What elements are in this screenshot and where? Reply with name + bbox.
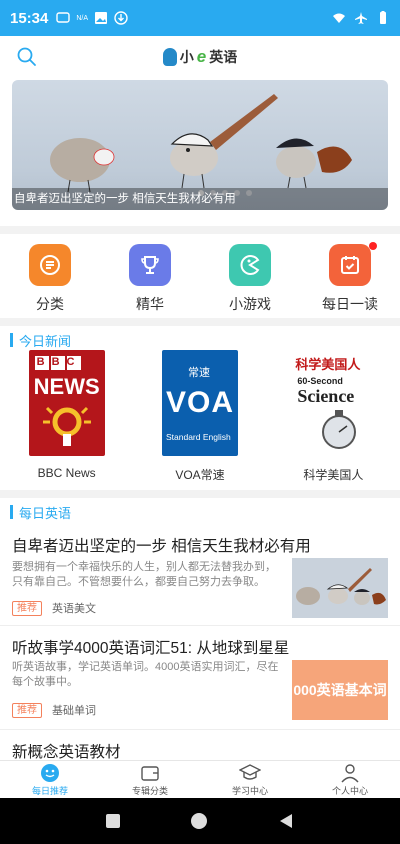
home-face-icon — [41, 763, 59, 782]
logo-text-small: 小 — [179, 49, 194, 65]
scientific-american-cover: 科学美国人 60-Second Science — [295, 350, 372, 456]
sciam-cover-line2: Science — [297, 386, 355, 406]
tab-label: 专辑分类 — [131, 785, 168, 796]
quick-menu-games[interactable]: 小游戏 — [200, 236, 300, 316]
section-title-text: 今日新闻 — [19, 333, 72, 349]
article-desc: 听英语故事，学记英语单词。4000英语实用词汇，尽在每个故事中。 — [12, 661, 279, 688]
news-card-scientific-american[interactable]: 科学美国人 60-Second Science 科学美国人 — [267, 350, 400, 486]
news-card-name: 科学美国人 — [303, 468, 364, 482]
tab-label: 每日推荐 — [31, 785, 68, 796]
tab-label: 个人中心 — [331, 785, 368, 796]
divider — [0, 490, 400, 498]
news-card-bbc[interactable]: BBC NEWS BBC News — [0, 350, 133, 486]
wallet-icon — [141, 765, 159, 781]
recommend-tag: 推荐 — [12, 600, 42, 616]
section-bar — [10, 333, 13, 347]
stopwatch-icon — [322, 410, 357, 449]
status-bar: 15:34 N/A — [0, 0, 400, 36]
recents-icon[interactable] — [105, 814, 120, 828]
quick-menu: 分类 精华 小游戏 每日一读 — [0, 236, 400, 316]
category-icon — [29, 244, 71, 286]
quick-menu-label: 每日一读 — [322, 296, 378, 312]
calendar-check-icon — [329, 244, 371, 286]
voa-cover-main: VOA — [165, 386, 234, 419]
logo-text-english: 英语 — [209, 49, 238, 65]
article-title: 新概念英语教材 — [12, 744, 121, 761]
voa-cover-top: 常速 — [187, 367, 210, 379]
bbc-cover-text: BBC — [36, 356, 82, 368]
daily-section-title: 每日英语 — [10, 502, 71, 522]
tab-label: 学习中心 — [231, 785, 268, 796]
sciam-cover-top: 科学美国人 — [295, 357, 361, 372]
tab-album-category[interactable]: 专辑分类 — [100, 761, 200, 798]
trophy-icon — [129, 244, 171, 286]
bottom-tab-bar: 每日推荐 专辑分类 学习中心 个人中心 — [0, 760, 400, 798]
bulb-icon — [42, 406, 91, 446]
quick-menu-label: 分类 — [36, 296, 64, 312]
article-title: 听故事学4000英语词汇51: 从地球到星星 — [12, 640, 290, 657]
article-category: 基础单词 — [52, 705, 96, 717]
quick-menu-label: 小游戏 — [229, 296, 271, 312]
user-icon — [341, 763, 359, 782]
notification-badge — [369, 242, 377, 250]
quick-menu-highlights[interactable]: 精华 — [100, 236, 200, 316]
news-card-voa[interactable]: 常速 VOA Standard English VOA常速 — [133, 350, 266, 486]
divider — [0, 318, 400, 326]
wifi-icon — [333, 13, 345, 23]
article-meta: 推荐 英语美文 — [12, 600, 96, 616]
article-thumbnail: 000英语基本词 — [292, 660, 388, 720]
bbc-news-cover: BBC NEWS — [28, 350, 105, 456]
banner-carousel[interactable]: 自卑者迈出坚定的一步 相信天生我材必有用 — [12, 80, 388, 210]
back-icon[interactable] — [278, 813, 294, 829]
news-card-name: VOA常速 — [175, 468, 225, 482]
section-title-text: 每日英语 — [19, 505, 72, 521]
download-icon — [114, 11, 128, 25]
article-category: 英语美文 — [52, 603, 96, 615]
article-item[interactable]: 自卑者迈出坚定的一步 相信天生我材必有用 要想拥有一个幸福快乐的人生，别人都无法… — [0, 530, 400, 626]
quick-menu-label: 精华 — [136, 296, 164, 312]
pacman-icon — [229, 244, 271, 286]
voa-cover-sub: Standard English — [165, 432, 231, 442]
image-icon — [95, 12, 108, 24]
airplane-icon — [355, 12, 367, 24]
system-nav-bar — [0, 798, 400, 844]
news-card-name: BBC News — [37, 466, 96, 480]
article-title: 自卑者迈出坚定的一步 相信天生我材必有用 — [12, 538, 311, 555]
status-time: 15:34 — [10, 9, 49, 27]
news-cover-text: NEWS — [33, 374, 100, 399]
article-meta: 推荐 基础单词 — [12, 702, 96, 718]
tab-daily-recommend[interactable]: 每日推荐 — [0, 761, 100, 798]
message-icon — [56, 12, 71, 23]
logo-text-e: e — [196, 47, 207, 66]
quick-menu-daily-read[interactable]: 每日一读 — [300, 236, 400, 316]
article-desc: 要想拥有一个幸福快乐的人生，别人都无法替我办到，只有靠自己。不管想要什么，都要自… — [12, 561, 276, 588]
voa-cover: 常速 VOA Standard English — [161, 350, 238, 456]
app-logo: 小 e 英语 — [162, 47, 238, 67]
article-item[interactable]: 听故事学4000英语词汇51: 从地球到星星 听英语故事，学记英语单词。4000… — [0, 626, 400, 730]
quick-menu-category[interactable]: 分类 — [0, 236, 100, 316]
banner-caption[interactable]: 自卑者迈出坚定的一步 相信天生我材必有用 — [12, 188, 388, 210]
home-icon[interactable] — [190, 813, 207, 829]
battery-icon — [380, 11, 386, 24]
news-list: BBC NEWS BBC News 常速 VOA Standard Englis… — [0, 350, 400, 486]
sciam-cover-line1: 60-Second — [297, 376, 343, 386]
article-item[interactable]: 新概念英语教材 — [0, 730, 400, 761]
tab-profile[interactable]: 个人中心 — [300, 761, 400, 798]
article-thumbnail — [292, 558, 388, 618]
system-icons — [332, 11, 390, 25]
section-bar — [10, 505, 13, 519]
recommend-tag: 推荐 — [12, 702, 42, 718]
notification-icons: N/A — [56, 11, 128, 25]
news-section-title: 今日新闻 — [10, 330, 71, 350]
logo-mark-icon — [162, 48, 177, 66]
na-label: N/A — [76, 14, 89, 22]
thumbnail-text: 000英语基本词 — [293, 682, 387, 698]
divider — [0, 226, 400, 234]
graduation-cap-icon — [239, 763, 261, 780]
tab-learning-center[interactable]: 学习中心 — [200, 761, 300, 798]
search-icon[interactable] — [16, 46, 38, 68]
app-header: 小 e 英语 — [0, 36, 400, 78]
